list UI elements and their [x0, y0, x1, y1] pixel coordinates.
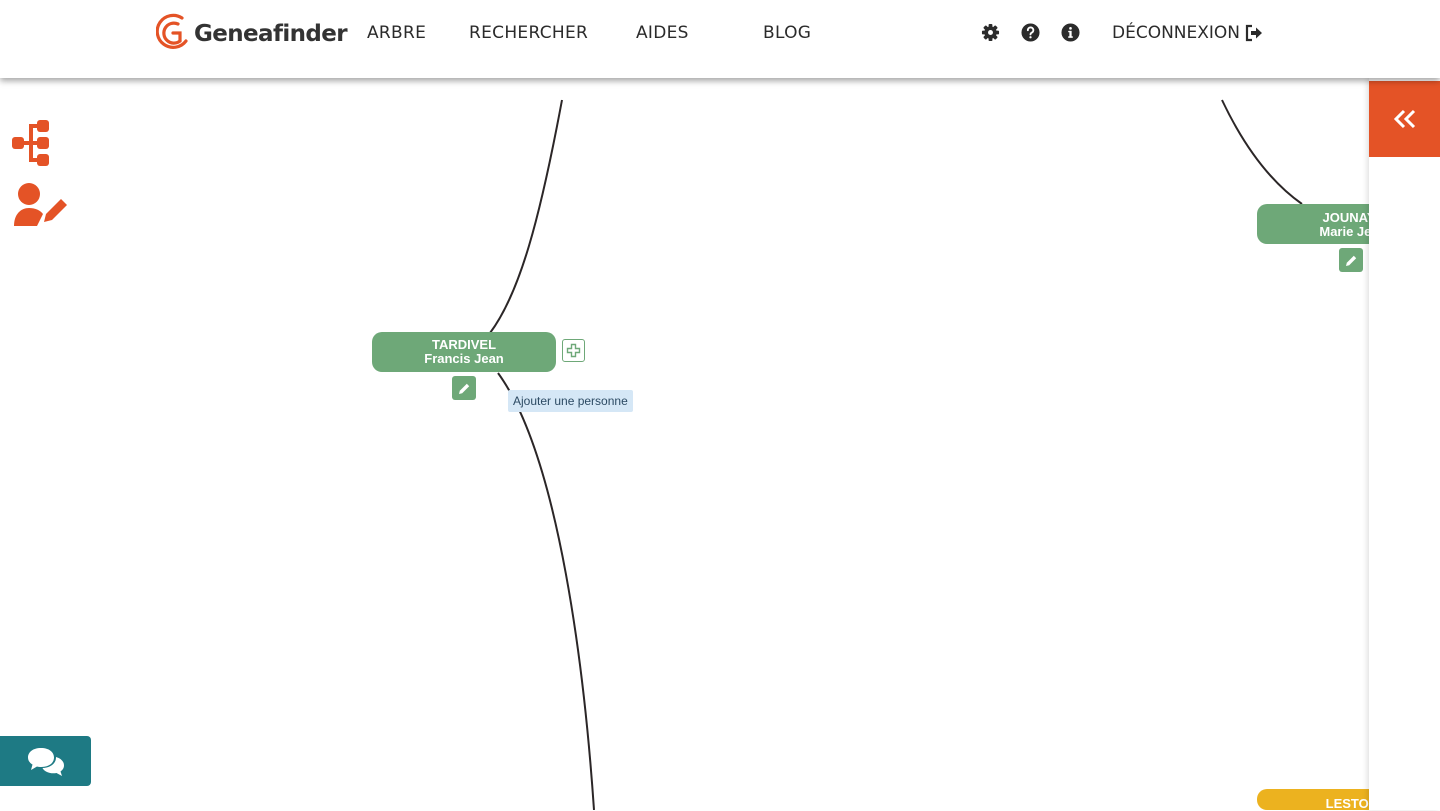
tree-connector-lines	[489, 99, 1303, 810]
person-firstname: Francis Jean	[424, 351, 504, 366]
brand-name: Geneafinder	[194, 21, 348, 47]
gear-icon[interactable]	[981, 23, 1000, 42]
question-circle-icon[interactable]	[1021, 23, 1040, 42]
logout-button[interactable]: DÉCONNEXION	[1112, 22, 1264, 44]
tree-view-icon[interactable]	[11, 119, 51, 169]
person-node-tardivel[interactable]: TARDIVEL Francis Jean	[372, 332, 556, 372]
pencil-icon	[1345, 255, 1356, 266]
edit-person-button[interactable]	[1339, 248, 1363, 272]
logout-label: DÉCONNEXION	[1112, 23, 1241, 43]
person-lastname: TARDIVEL	[431, 337, 497, 352]
sign-out-icon	[1245, 24, 1263, 42]
comments-icon	[27, 748, 64, 776]
nav-help[interactable]: AIDES	[636, 22, 689, 44]
add-person-tooltip: Ajouter une personne	[508, 390, 633, 412]
pencil-icon	[458, 383, 469, 394]
add-person-button[interactable]	[562, 339, 585, 362]
chat-button[interactable]	[0, 736, 91, 786]
geneafinder-logo-icon	[156, 13, 188, 49]
expand-panel-button[interactable]	[1369, 81, 1440, 157]
user-edit-icon[interactable]	[13, 182, 69, 228]
brand-logo[interactable]: Geneafinder	[156, 11, 348, 57]
double-chevron-left-icon	[1393, 109, 1415, 129]
plus-icon	[566, 343, 581, 358]
nav-search[interactable]: RECHERCHER	[469, 22, 588, 44]
top-header: Geneafinder ARBRE RECHERCHER AIDES BLOG …	[0, 0, 1440, 78]
edit-person-button[interactable]	[452, 376, 476, 400]
info-circle-icon[interactable]	[1061, 23, 1080, 42]
tree-canvas[interactable]: TARDIVEL Francis Jean Ajouter une person…	[0, 78, 1440, 811]
right-side-panel	[1369, 78, 1440, 810]
nav-tree[interactable]: ARBRE	[367, 22, 426, 44]
nav-blog[interactable]: BLOG	[763, 22, 811, 44]
